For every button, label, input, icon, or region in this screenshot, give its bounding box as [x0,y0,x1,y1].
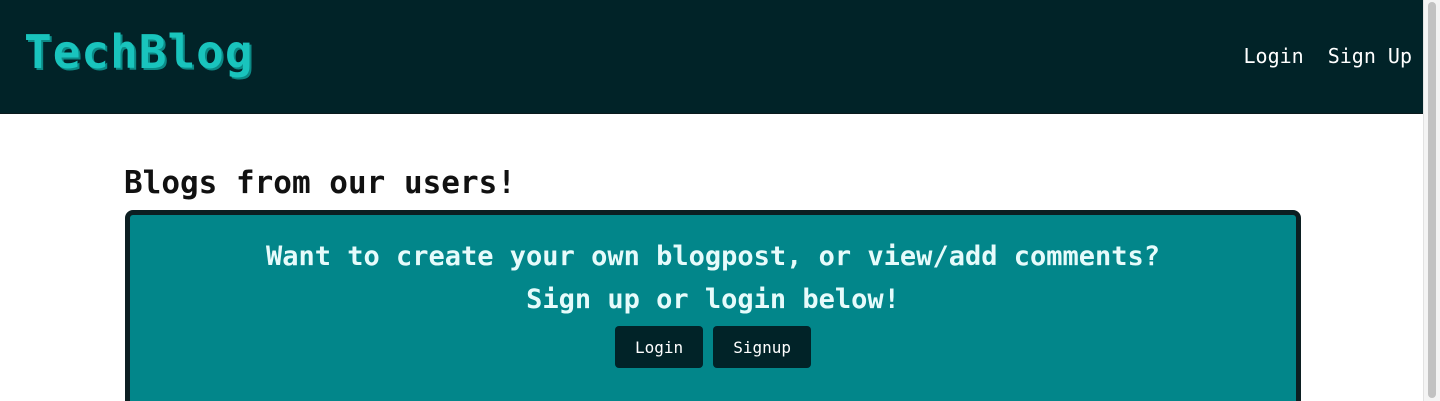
signup-button[interactable]: Signup [713,326,811,368]
site-logo[interactable]: TechBlog [24,22,254,82]
scrollbar-thumb[interactable] [1428,2,1436,398]
login-button[interactable]: Login [615,326,704,368]
vertical-scrollbar[interactable] [1423,0,1440,401]
nav-login-link[interactable]: Login [1243,42,1303,70]
page: TechBlog Login Sign Up Blogs from our us… [0,0,1440,401]
main-nav: Login Sign Up [1243,42,1412,70]
nav-signup-link[interactable]: Sign Up [1328,42,1412,70]
cta-line-2: Sign up or login below! [526,284,900,315]
cta-line-1: Want to create your own blogpost, or vie… [265,241,1161,272]
top-navbar: TechBlog Login Sign Up [0,0,1424,114]
cta-button-group: Login Signup [130,326,1296,368]
cta-message: Want to create your own blogpost, or vie… [130,235,1296,321]
page-title: Blogs from our users! [124,165,516,201]
signup-cta-card: Want to create your own blogpost, or vie… [125,210,1301,401]
